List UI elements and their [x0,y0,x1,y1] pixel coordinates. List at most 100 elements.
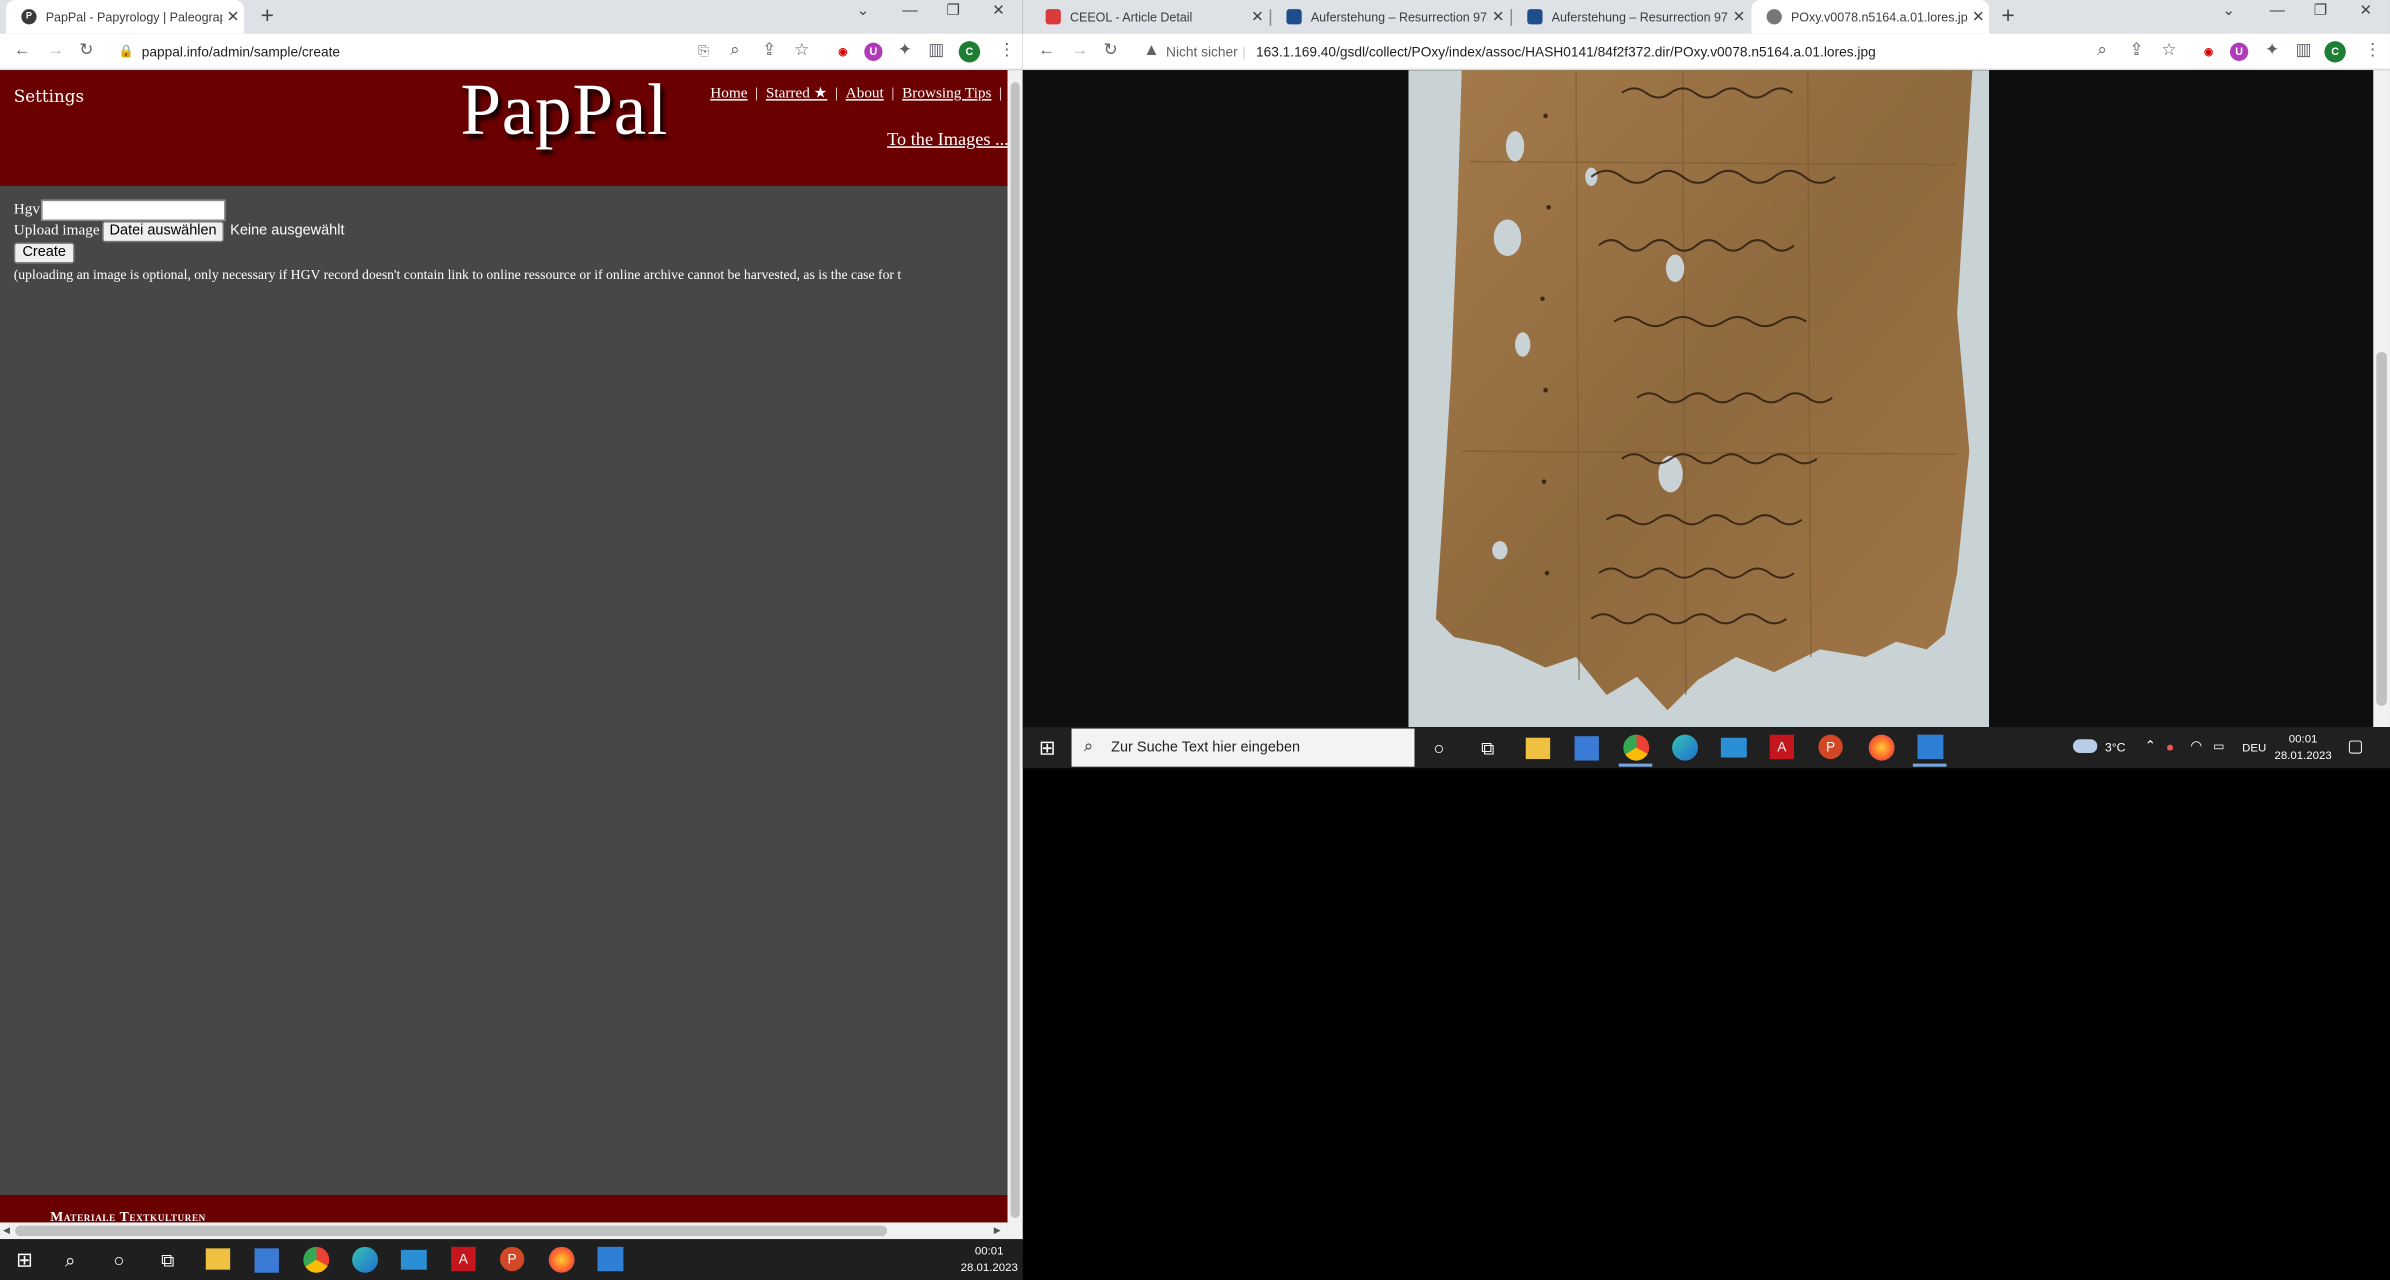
sidepanel-icon[interactable]: ▥ [928,41,944,59]
tray-chevron-icon[interactable]: ⌃ [2145,738,2157,755]
address-bar[interactable]: 163.1.169.40/gsdl/collect/POxy/index/ass… [1256,38,1876,65]
nav-about[interactable]: About [846,85,884,102]
share-icon[interactable]: ⇪ [762,41,776,59]
settings-link[interactable]: Settings [14,87,84,107]
firefox-icon[interactable] [548,1246,575,1273]
store-icon[interactable] [1574,736,1599,761]
bookmark-star-icon[interactable]: ☆ [794,41,809,59]
taskbar-search-box[interactable]: ⌕ Zur Suche Text hier eingeben [1071,728,1415,767]
cortana-icon[interactable]: ○ [1427,736,1451,760]
scroll-left-arrow[interactable]: ◀ [3,1225,10,1236]
translate-icon[interactable]: ⎘ [698,41,709,59]
store-icon[interactable] [254,1248,279,1273]
profile-avatar[interactable]: C [2324,41,2346,63]
back-icon[interactable]: ← [1038,41,1055,59]
zoom-icon[interactable]: ⌕ [730,41,739,59]
nav-home[interactable]: Home [710,85,747,102]
tab-search-icon[interactable]: ⌄ [2222,3,2235,20]
tab-pappal[interactable]: P PapPal - Papyrology | Paleography ✕ [6,0,244,34]
tab-auferstehung-1[interactable]: Auferstehung – Resurrection 978 ✕ [1271,0,1509,34]
share-icon[interactable]: ⇪ [2129,41,2143,59]
security-label[interactable]: Nicht sicher [1166,38,1238,65]
scroll-right-arrow[interactable]: ▶ [994,1225,1001,1236]
restore-button[interactable]: ❐ [2314,3,2328,20]
edge-icon[interactable] [352,1246,379,1273]
horizontal-scrollbar[interactable]: ◀ ▶ [0,1222,1008,1240]
hgv-input[interactable] [41,199,226,222]
acrobat-icon[interactable]: A [451,1246,476,1272]
close-tab-icon[interactable]: ✕ [1728,8,1749,25]
reload-icon[interactable]: ↻ [79,41,93,59]
edge-icon[interactable] [1672,734,1698,761]
acrobat-icon[interactable]: A [1769,734,1795,760]
close-tab-icon[interactable]: ✕ [223,8,244,25]
extensions-puzzle-icon[interactable]: ✦ [898,41,912,59]
file-explorer-icon[interactable] [1525,737,1551,760]
back-icon[interactable]: ← [14,41,31,59]
extension-purple-icon[interactable]: U [864,42,883,61]
nav-browsing-tips[interactable]: Browsing Tips [902,85,991,102]
photos-icon[interactable] [597,1246,624,1272]
image-vscroll-thumb[interactable] [2376,352,2387,706]
task-view-icon[interactable]: ⧉ [155,1248,179,1272]
language-indicator[interactable]: DEU [2242,741,2266,755]
extension-purple-icon[interactable]: U [2229,42,2249,61]
network-icon[interactable]: ◠ [2190,738,2202,755]
start-windows-icon[interactable]: ⊞ [12,1248,36,1272]
extension-red-icon[interactable]: ◉ [2199,43,2217,61]
vertical-scrollbar[interactable] [1007,70,1023,1240]
menu-icon[interactable]: ⋮ [998,41,1015,59]
extension-red-icon[interactable]: ◉ [834,43,852,61]
tab-ceeol[interactable]: CEEOL - Article Detail ✕ [1030,0,1268,34]
image-vscroll[interactable] [2373,70,2390,728]
horizontal-scroll-thumb[interactable] [15,1225,888,1237]
forward-icon[interactable]: → [1072,41,1089,59]
cortana-icon[interactable]: ○ [107,1248,131,1272]
mail-icon[interactable] [1720,737,1747,758]
address-bar[interactable]: pappal.info/admin/sample/create [142,38,340,65]
sidepanel-icon[interactable]: ▥ [2295,41,2311,59]
pappal-logo[interactable]: PapPal [460,69,668,153]
nav-starred[interactable]: Starred ★ [766,85,827,102]
tab-auferstehung-2[interactable]: Auferstehung – Resurrection 978 ✕ [1512,0,1750,34]
minimize-button[interactable]: — [902,3,917,20]
zoom-icon[interactable]: ⌕ [2097,41,2106,59]
tab-poxy-image[interactable]: POxy.v0078.n5164.a.01.lores.jpg ✕ [1751,0,1990,34]
weather-temp[interactable]: 3°C [2105,741,2125,755]
right-clock[interactable]: 00:01 28.01.2023 [2271,730,2335,764]
close-window-button[interactable]: ✕ [992,3,1005,20]
tab-search-icon[interactable]: ⌄ [857,3,870,20]
reload-icon[interactable]: ↻ [1104,41,1118,59]
vertical-scroll-thumb[interactable] [1010,82,1020,1218]
powerpoint-icon[interactable]: P [499,1246,525,1272]
chrome-icon[interactable] [303,1246,330,1273]
firefox-icon[interactable] [1868,734,1895,761]
file-explorer-icon[interactable] [205,1248,231,1270]
start-windows-icon[interactable]: ⊞ [1035,736,1059,760]
menu-icon[interactable]: ⋮ [2364,41,2381,59]
powerpoint-icon[interactable]: P [1818,734,1843,760]
battery-icon[interactable]: ▭ [2213,739,2225,753]
papyrus-image[interactable] [1408,70,1990,728]
notification-icon[interactable]: ▢ [2347,736,2363,756]
restore-button[interactable]: ❐ [947,3,961,20]
close-tab-icon[interactable]: ✕ [1247,8,1268,25]
profile-avatar[interactable]: C [958,41,981,63]
forward-icon[interactable]: → [47,41,64,59]
close-window-button[interactable]: ✕ [2360,3,2373,20]
new-tab-button[interactable]: + [261,3,274,29]
left-clock[interactable]: 00:01 28.01.2023 [957,1242,1021,1276]
bookmark-star-icon[interactable]: ☆ [2161,41,2176,59]
photos-icon[interactable] [1917,734,1944,760]
minimize-button[interactable]: — [2270,3,2285,20]
tray-app-icon[interactable]: ● [2166,739,2174,754]
task-view-icon[interactable]: ⧉ [1475,736,1499,760]
extensions-puzzle-icon[interactable]: ✦ [2265,41,2279,59]
to-images-link[interactable]: To the Images ... [887,128,1009,151]
close-tab-icon[interactable]: ✕ [1488,8,1509,25]
choose-file-button[interactable]: Datei auswählen [102,221,225,243]
mail-icon[interactable] [400,1249,427,1270]
new-tab-button[interactable]: + [2001,3,2014,29]
weather-cloud-icon[interactable] [2072,739,2098,753]
search-icon[interactable]: ⌕ [58,1248,82,1272]
